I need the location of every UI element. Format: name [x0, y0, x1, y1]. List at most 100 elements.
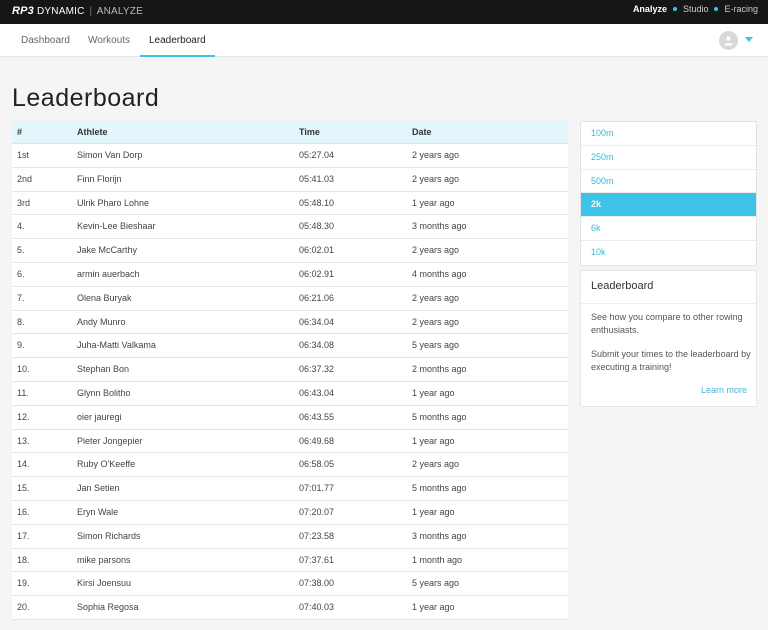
table-row[interactable]: 9. Juha-Matti Valkama 06:34.08 5 years ago	[12, 334, 568, 359]
row-date: 5 months ago	[412, 483, 467, 494]
app-switcher: Analyze Studio E-racing	[633, 4, 758, 14]
table-row[interactable]: 3rd Ulrik Pharo Lohne 05:48.10 1 year ago	[12, 192, 568, 216]
row-date: 2 years ago	[412, 150, 460, 160]
row-athlete: Ruby O'Keeffe	[77, 459, 136, 470]
row-rank: 11.	[17, 387, 29, 398]
row-athlete: Stephan Bon	[77, 364, 130, 375]
table-row[interactable]: 7. Olena Buryak 06:21.06 2 years ago	[12, 287, 568, 311]
table-row[interactable]: 4. Kevin-Lee Bieshaar 05:48.30 3 months ago	[12, 215, 568, 240]
row-athlete: mike parsons	[77, 554, 131, 565]
header-athlete: Athlete	[77, 127, 108, 137]
row-date: 2 years ago	[412, 245, 460, 256]
brand-logo[interactable]: RP3 DYNAMIC | ANALYZE	[12, 5, 143, 17]
table-row[interactable]: 6. armin auerbach 06:02.91 4 months ago	[12, 263, 568, 287]
row-date: 2 months ago	[412, 364, 467, 375]
tab-dashboard[interactable]: Dashboard	[12, 24, 79, 57]
row-date: 1 year ago	[412, 435, 455, 446]
tab-workouts[interactable]: Workouts	[79, 24, 139, 57]
distance-10k[interactable]: 10k	[581, 241, 756, 265]
tab-leaderboard[interactable]: Leaderboard	[140, 24, 215, 57]
row-time: 06:34.08	[299, 340, 335, 351]
row-date: 1 year ago	[412, 506, 455, 517]
row-time: 07:37.61	[299, 554, 335, 565]
table-row[interactable]: 14. Ruby O'Keeffe 06:58.05 2 years ago	[12, 453, 568, 478]
brand-name: DYNAMIC	[36, 6, 85, 17]
row-date: 3 months ago	[412, 530, 467, 541]
row-athlete: Andy Munro	[77, 316, 126, 327]
row-time: 05:48.10	[299, 197, 335, 208]
table-row[interactable]: 1st Simon Van Dorp 05:27.04 2 years ago	[12, 144, 568, 168]
row-date: 1 year ago	[412, 197, 455, 208]
info-description: See how you compare to other rowing enth…	[591, 312, 743, 335]
row-athlete: Simon Richards	[77, 530, 141, 541]
top-bar: RP3 DYNAMIC | ANALYZE Analyze Studio E-r…	[0, 0, 768, 24]
row-athlete: oier jauregi	[77, 411, 122, 422]
table-row[interactable]: 20. Sophia Regosa 07:40.03 1 year ago	[12, 596, 568, 620]
row-rank: 20.	[17, 602, 30, 613]
table-row[interactable]: 10. Stephan Bon 06:37.32 2 months ago	[12, 358, 568, 382]
chevron-down-icon[interactable]	[745, 37, 753, 42]
row-date: 3 months ago	[412, 221, 467, 232]
row-athlete: Pieter Jongepier	[77, 435, 143, 446]
table-row[interactable]: 16. Eryn Wale 07:20.07 1 year ago	[12, 501, 568, 525]
row-rank: 4.	[17, 221, 25, 232]
brand-subtitle: ANALYZE	[96, 6, 143, 17]
row-rank: 12.	[17, 411, 30, 422]
learn-more-link[interactable]: Learn more	[701, 385, 747, 395]
row-athlete: Ulrik Pharo Lohne	[77, 197, 150, 208]
row-rank: 14.	[17, 459, 30, 470]
row-time: 06:43.04	[299, 387, 335, 398]
distance-2k[interactable]: 2k	[581, 193, 756, 218]
table-row[interactable]: 19. Kirsi Joensuu 07:38.00 5 years ago	[12, 572, 568, 597]
row-athlete: Kirsi Joensuu	[77, 578, 132, 589]
app-studio[interactable]: Studio	[683, 4, 709, 14]
distance-100m[interactable]: 100m	[581, 122, 756, 146]
row-athlete: Juha-Matti Valkama	[77, 340, 156, 351]
row-athlete: Jan Setien	[77, 483, 120, 494]
table-body: 1st Simon Van Dorp 05:27.04 2 years ago 2nd F…	[12, 144, 568, 620]
row-time: 07:01.77	[299, 483, 335, 494]
leaderboard-info-card: Leaderboard See how you compare to other…	[580, 270, 757, 407]
row-date: 2 years ago	[412, 173, 460, 184]
row-athlete: Olena Buryak	[77, 292, 132, 303]
row-time: 07:20.07	[299, 506, 335, 517]
app-e-racing[interactable]: E-racing	[724, 4, 758, 14]
user-silhouette-icon	[724, 36, 733, 46]
row-date: 1 year ago	[412, 602, 455, 613]
table-row[interactable]: 15. Jan Setien 07:01.77 5 months ago	[12, 477, 568, 501]
row-rank: 13.	[17, 435, 30, 446]
brand-separator: |	[89, 6, 93, 17]
distance-6k[interactable]: 6k	[581, 217, 756, 241]
row-date: 5 years ago	[412, 578, 460, 589]
header-rank: #	[17, 127, 23, 137]
table-row[interactable]: 5. Jake McCarthy 06:02.01 2 years ago	[12, 239, 568, 263]
row-rank: 7.	[17, 292, 25, 303]
row-time: 07:23.58	[299, 530, 335, 541]
table-header: # Athlete Time Date	[12, 121, 568, 144]
row-rank: 9.	[17, 340, 25, 351]
app-analyze[interactable]: Analyze	[633, 4, 667, 14]
table-row[interactable]: 11. Glynn Bolitho 06:43.04 1 year ago	[12, 382, 568, 406]
row-time: 06:02.91	[299, 268, 335, 279]
table-row[interactable]: 17. Simon Richards 07:23.58 3 months ago	[12, 525, 568, 549]
row-rank: 17.	[17, 530, 30, 541]
row-time: 06:37.32	[299, 364, 335, 375]
table-row[interactable]: 12. oier jauregi 06:43.55 5 months ago	[12, 406, 568, 430]
row-athlete: Eryn Wale	[77, 506, 119, 517]
table-row[interactable]: 18. mike parsons 07:37.61 1 month ago	[12, 549, 568, 573]
row-date: 2 years ago	[412, 316, 460, 327]
row-date: 5 months ago	[412, 411, 467, 422]
table-row[interactable]: 8. Andy Munro 06:34.04 2 years ago	[12, 311, 568, 335]
row-time: 07:40.03	[299, 602, 335, 613]
table-row[interactable]: 13. Pieter Jongepier 06:49.68 1 year ago	[12, 430, 568, 454]
divider	[581, 303, 756, 304]
distance-500m[interactable]: 500m	[581, 170, 756, 194]
row-time: 06:21.06	[299, 292, 335, 303]
distance-250m[interactable]: 250m	[581, 146, 756, 170]
page-title: Leaderboard	[12, 84, 160, 112]
row-time: 05:48.30	[299, 221, 335, 232]
header-time: Time	[299, 127, 320, 137]
user-avatar-icon[interactable]	[719, 31, 738, 50]
row-athlete: Sophia Regosa	[77, 602, 139, 613]
table-row[interactable]: 2nd Finn Florijn 05:41.03 2 years ago	[12, 168, 568, 192]
